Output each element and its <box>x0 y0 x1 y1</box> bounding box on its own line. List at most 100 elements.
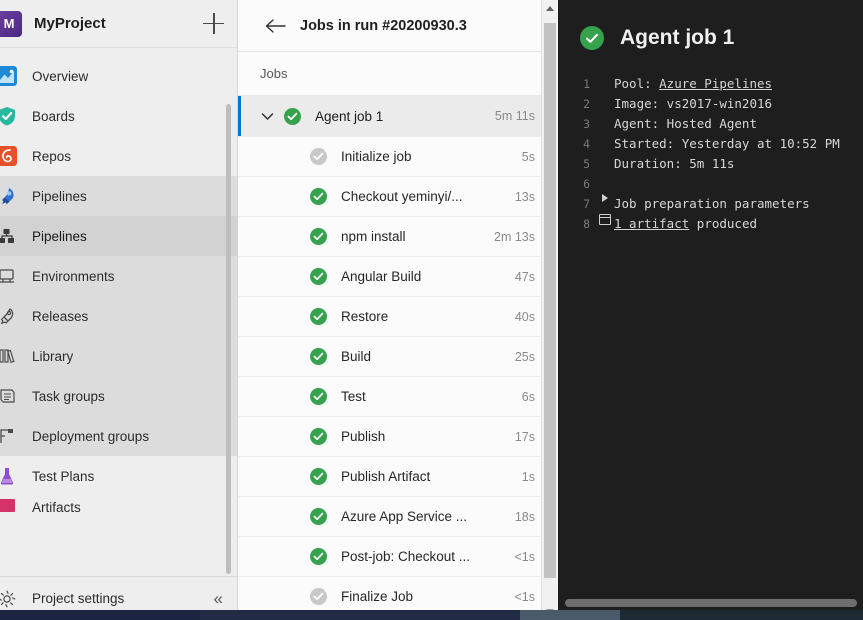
chevron-down-icon[interactable] <box>258 112 276 121</box>
task-row[interactable]: Azure App Service ... 18s <box>238 497 557 537</box>
task-row[interactable]: Publish Artifact 1s <box>238 457 557 497</box>
task-duration: 18s <box>514 509 535 524</box>
deployment-groups-icon <box>0 425 18 447</box>
taskbar-segment <box>0 610 200 620</box>
jobs-section-label: Jobs <box>238 52 557 96</box>
sidebar-item-label: Task groups <box>32 388 105 404</box>
log-text: Pool: Azure Pipelines <box>614 76 773 91</box>
log-line: 3 Agent: Hosted Agent <box>570 114 863 134</box>
jobs-panel-scrollbar[interactable] <box>541 0 558 620</box>
status-icon-succeeded <box>310 388 327 405</box>
add-project-button[interactable] <box>203 12 225 35</box>
azure-devops-window: M MyProject Overview Boards Repos Pipeli… <box>0 0 863 620</box>
task-duration: 6s <box>521 389 535 404</box>
sidebar-item-label: Boards <box>32 108 75 124</box>
sidebar-item-label: Environments <box>32 268 115 284</box>
taskbar-segment <box>620 610 863 620</box>
task-duration: 5s <box>521 149 535 164</box>
expand-triangle-icon[interactable] <box>596 194 614 202</box>
log-header: Agent job 1 <box>558 0 863 50</box>
log-panel: Agent job 1 1 Pool: Azure Pipelines 2 Im… <box>558 0 863 620</box>
status-icon-succeeded <box>310 428 327 445</box>
line-number: 1 <box>583 77 590 91</box>
task-name: Restore <box>341 309 389 324</box>
scrollbar-thumb[interactable] <box>543 23 556 578</box>
line-number: 4 <box>583 137 590 151</box>
log-text[interactable]: Job preparation parameters <box>614 194 810 214</box>
jobs-panel-header: Jobs in run #20200930.3 <box>238 0 557 52</box>
task-duration: 47s <box>514 269 535 284</box>
job-name: Agent job 1 <box>315 108 384 124</box>
sidebar-item-label: Repos <box>32 148 72 164</box>
sidebar-item-library[interactable]: Library <box>0 336 237 376</box>
scrollbar-track[interactable] <box>541 17 558 603</box>
sidebar-item-label: Artifacts <box>32 499 81 515</box>
log-body: 1 Pool: Azure Pipelines 2 Image: vs2017-… <box>558 74 863 234</box>
jobs-list: Agent job 1 5m 11s Initialize job 5s Che… <box>238 96 557 620</box>
status-icon-succeeded <box>580 26 604 50</box>
pool-link[interactable]: Azure Pipelines <box>659 76 772 91</box>
artifact-link[interactable]: 1 artifact <box>614 216 689 231</box>
releases-icon <box>0 305 18 327</box>
task-row[interactable]: Build 25s <box>238 337 557 377</box>
task-duration: 25s <box>514 349 535 364</box>
scroll-up-arrow-icon[interactable] <box>541 0 558 17</box>
task-row[interactable]: npm install 2m 13s <box>238 217 557 257</box>
sidebar-item-pipelines[interactable]: Pipelines <box>0 176 237 216</box>
task-row[interactable]: Checkout yeminyi/... 13s <box>238 177 557 217</box>
task-groups-icon <box>0 385 18 407</box>
artifacts-icon <box>0 496 18 518</box>
sidebar-item-repos[interactable]: Repos <box>0 136 237 176</box>
task-duration: 40s <box>514 309 535 324</box>
sidebar-scrollbar[interactable] <box>226 104 231 576</box>
task-row[interactable]: Initialize job 5s <box>238 137 557 177</box>
log-horizontal-scrollbar[interactable] <box>558 598 863 608</box>
sidebar-item-label: Test Plans <box>32 468 95 484</box>
back-arrow-icon[interactable] <box>258 9 292 43</box>
status-icon-succeeded <box>310 508 327 525</box>
sidebar-item-task-groups[interactable]: Task groups <box>0 376 237 416</box>
line-number: 3 <box>583 117 590 131</box>
task-duration: 17s <box>514 429 535 444</box>
job-duration: 5m 11s <box>494 109 535 123</box>
taskbar-segment <box>200 610 520 620</box>
task-duration: 13s <box>514 189 535 204</box>
log-line: 1 Pool: Azure Pipelines <box>570 74 863 94</box>
task-name: Publish Artifact <box>341 469 431 484</box>
project-name: MyProject <box>34 15 106 32</box>
sidebar-item-deployment-groups[interactable]: Deployment groups <box>0 416 237 456</box>
line-number: 6 <box>583 177 590 191</box>
status-icon-succeeded <box>310 308 327 325</box>
sidebar-scrollbar-thumb[interactable] <box>226 104 231 574</box>
library-icon <box>0 345 18 367</box>
task-row[interactable]: Angular Build 47s <box>238 257 557 297</box>
job-row-agent-job-1[interactable]: Agent job 1 5m 11s <box>238 96 557 137</box>
sidebar-item-label: Pipelines <box>32 188 87 204</box>
environments-icon <box>0 265 18 287</box>
line-number: 2 <box>583 97 590 111</box>
task-row[interactable]: Test 6s <box>238 377 557 417</box>
line-number: 5 <box>583 157 590 171</box>
left-sidebar: M MyProject Overview Boards Repos Pipeli… <box>0 0 238 620</box>
project-settings-label: Project settings <box>32 591 125 606</box>
log-hscroll-thumb[interactable] <box>565 599 857 607</box>
task-row[interactable]: Publish 17s <box>238 417 557 457</box>
task-name: Angular Build <box>341 269 422 284</box>
sidebar-item-label: Overview <box>32 68 89 84</box>
sidebar-item-boards[interactable]: Boards <box>0 96 237 136</box>
task-duration: 2m 13s <box>494 229 535 244</box>
task-row[interactable]: Post-job: Checkout ... <1s <box>238 537 557 577</box>
log-text: 1 artifact produced <box>614 216 757 231</box>
task-name: Azure App Service ... <box>341 509 468 524</box>
sidebar-item-overview[interactable]: Overview <box>0 56 237 96</box>
task-row[interactable]: Restore 40s <box>238 297 557 337</box>
sidebar-item-test-plans[interactable]: Test Plans <box>0 456 237 496</box>
sidebar-item-environments[interactable]: Environments <box>0 256 237 296</box>
sidebar-item-pipelines-sub[interactable]: Pipelines <box>0 216 237 256</box>
log-text: Started: Yesterday at 10:52 PM <box>614 136 840 151</box>
sidebar-item-releases[interactable]: Releases <box>0 296 237 336</box>
status-icon-succeeded <box>310 348 327 365</box>
collapse-sidebar-button[interactable]: « <box>214 590 223 607</box>
log-line: 4 Started: Yesterday at 10:52 PM <box>570 134 863 154</box>
sidebar-item-artifacts[interactable]: Artifacts <box>0 496 237 518</box>
